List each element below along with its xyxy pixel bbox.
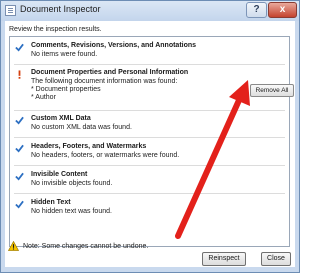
undo-warning-note: Note: Some changes cannot be undone. xyxy=(23,243,149,250)
remove-all-button[interactable]: Remove All xyxy=(250,84,294,97)
result-heading: Hidden Text xyxy=(31,199,71,206)
checkmark-icon xyxy=(15,200,24,209)
window-close-button[interactable]: x xyxy=(268,2,297,18)
title-bar: Document Inspector ? x xyxy=(1,1,299,21)
description-line: No custom XML data was found. xyxy=(31,124,132,131)
result-description: The following document information was f… xyxy=(31,78,177,102)
window-title: Document Inspector xyxy=(20,4,101,14)
dialog-body: Review the inspection results. Comments,… xyxy=(5,21,295,267)
result-heading: Document Properties and Personal Informa… xyxy=(31,69,189,76)
description-line: No headers, footers, or watermarks were … xyxy=(31,152,180,159)
instructions: Review the inspection results. xyxy=(9,26,102,33)
divider xyxy=(14,165,285,166)
document-inspector-window: Document Inspector ? x Review the inspec… xyxy=(0,0,300,273)
divider xyxy=(14,193,285,194)
description-line: * Document properties xyxy=(31,86,101,93)
divider xyxy=(14,64,285,65)
checkmark-icon xyxy=(15,144,24,153)
checkmark-icon xyxy=(15,172,24,181)
description-line: No hidden text was found. xyxy=(31,208,112,215)
close-button[interactable]: Close xyxy=(261,252,291,266)
result-description: No hidden text was found. xyxy=(31,208,112,216)
description-line: No invisible objects found. xyxy=(31,180,113,187)
exclamation-icon xyxy=(18,70,21,79)
divider xyxy=(14,137,285,138)
warning-icon xyxy=(8,241,19,251)
result-heading: Custom XML Data xyxy=(31,115,91,122)
divider xyxy=(14,110,285,111)
result-description: No items were found. xyxy=(31,51,97,59)
result-heading: Comments, Revisions, Versions, and Annot… xyxy=(31,42,197,49)
checkmark-icon xyxy=(15,116,24,125)
result-heading: Headers, Footers, and Watermarks xyxy=(31,143,147,150)
result-heading: Invisible Content xyxy=(31,171,88,178)
help-button[interactable]: ? xyxy=(246,2,267,18)
document-icon xyxy=(5,5,16,16)
result-description: No headers, footers, or watermarks were … xyxy=(31,152,179,160)
description-line: The following document information was f… xyxy=(31,78,178,85)
results-list[interactable]: Comments, Revisions, Versions, and Annot… xyxy=(9,36,290,247)
reinspect-button[interactable]: Reinspect xyxy=(202,252,246,266)
checkmark-icon xyxy=(15,43,24,52)
description-line: * Author xyxy=(31,94,56,101)
description-line: No items were found. xyxy=(31,51,98,58)
result-description: No custom XML data was found. xyxy=(31,124,132,132)
result-description: No invisible objects found. xyxy=(31,180,112,188)
